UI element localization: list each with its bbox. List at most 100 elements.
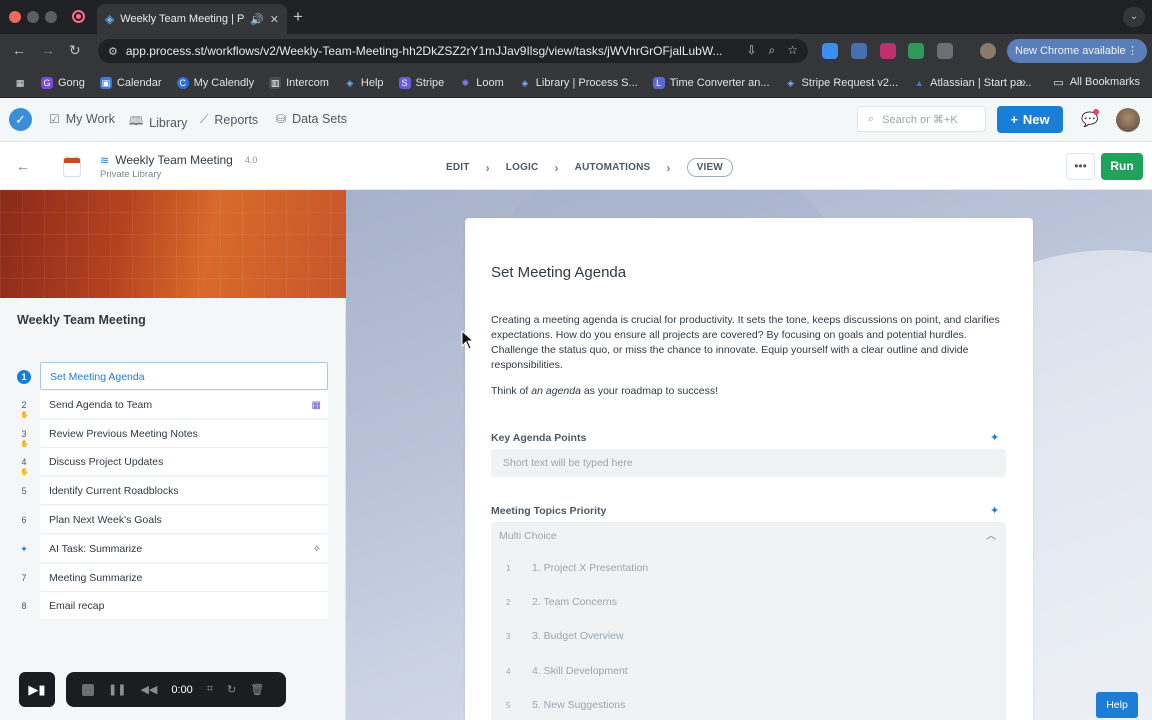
task-label[interactable]: Send Agenda to Team ▦ [40, 390, 328, 419]
list-item[interactable]: 2 2. Team Concerns [491, 585, 1006, 619]
kebab-menu-icon[interactable]: ⋮ [1127, 44, 1138, 57]
bookmark-item[interactable]: ◈ Library | Process S... [519, 77, 637, 89]
step-edit[interactable]: EDIT [446, 162, 470, 173]
task-item[interactable]: 8 Email recap [0, 592, 346, 621]
grid-icon[interactable]: ⌗ [207, 683, 213, 696]
maximize-window-button[interactable] [45, 11, 57, 23]
apps-grid-icon[interactable]: ▦ [14, 77, 26, 89]
multi-choice-toggle[interactable]: Multi Choice ︿ [491, 522, 1006, 551]
step-automations[interactable]: AUTOMATIONS [575, 162, 651, 173]
puzzle-icon[interactable] [937, 43, 953, 59]
bookmark-star-icon[interactable]: ☆ [787, 43, 798, 58]
new-button[interactable]: + New [997, 106, 1063, 133]
close-tab-icon[interactable]: ✕ [270, 13, 279, 26]
install-app-icon[interactable]: ⇩ [746, 43, 756, 58]
task-card: Set Meeting Agenda Creating a meeting ag… [465, 218, 1033, 720]
task-item[interactable]: 3 ✋ Review Previous Meeting Notes [0, 419, 346, 449]
list-item[interactable]: 4 4. Skill Development [491, 654, 1006, 688]
bookmark-item[interactable]: ◈ Help [344, 77, 383, 89]
nav-library[interactable]: 🕮 Library [129, 112, 187, 133]
task-label[interactable]: AI Task: Summarize ✧ [40, 534, 328, 563]
restart-icon[interactable]: ↻ [227, 683, 236, 696]
task-item[interactable]: 4 ✋ Discuss Project Updates [0, 448, 346, 477]
new-chrome-available-button[interactable]: New Chrome available ⋮ [1007, 39, 1147, 63]
back-arrow-icon[interactable]: ← [16, 158, 30, 174]
bookmark-item[interactable]: ▣ Calendar [99, 76, 162, 89]
bookmark-item[interactable]: ▲ Atlassian | Start pa... [913, 77, 1032, 89]
task-list: 1 Set Meeting Agenda 2 ✋ Send Agenda to … [0, 362, 346, 621]
address-bar[interactable]: ⚙ app.process.st/workflows/v2/Weekly-Tea… [98, 39, 808, 63]
new-tab-button[interactable]: + [293, 7, 303, 27]
field-label-topics-priority: Meeting Topics Priority [491, 505, 607, 517]
task-label[interactable]: Email recap [40, 592, 328, 621]
help-button[interactable]: Help [1096, 692, 1138, 718]
search-input[interactable]: ⌕ Search or ⌘+K [857, 106, 986, 132]
nav-data-sets[interactable]: ⛁ Data Sets [276, 112, 347, 126]
rewind-icon[interactable]: ◀◀ [140, 683, 157, 696]
task-label[interactable]: Plan Next Week's Goals [40, 505, 328, 534]
zoom-icon[interactable]: ⌕ [769, 43, 776, 58]
run-button[interactable]: Run [1101, 153, 1143, 180]
task-tagline: Think of an agenda as your roadmap to su… [491, 385, 719, 397]
stop-icon[interactable] [82, 683, 94, 696]
extension-icon[interactable] [851, 43, 867, 59]
chevron-up-icon[interactable]: ︿ [986, 522, 996, 551]
back-arrow-icon[interactable]: ← [12, 42, 26, 58]
reload-icon[interactable]: ↻ [69, 42, 81, 59]
ai-sparkle-icon[interactable]: ✦ [990, 504, 999, 517]
workflow-folder[interactable]: Private Library [100, 169, 161, 180]
task-number: 8 [21, 601, 27, 612]
ai-sparkle-icon[interactable]: ✦ [990, 431, 999, 444]
profile-avatar[interactable] [980, 43, 996, 59]
camera-icon[interactable]: ▶▮ [19, 672, 55, 707]
task-label[interactable]: Meeting Summarize [40, 563, 328, 592]
extension-icon[interactable] [880, 43, 896, 59]
task-item[interactable]: 7 Meeting Summarize [0, 563, 346, 593]
minimize-window-button[interactable] [27, 11, 39, 23]
calendar-icon: ▦ [311, 399, 321, 411]
task-label[interactable]: Discuss Project Updates [40, 448, 328, 477]
extension-icon[interactable] [822, 43, 838, 59]
recording-time: 0:00 [171, 683, 193, 696]
list-item[interactable]: 3 3. Budget Overview [491, 619, 1006, 653]
forward-arrow-icon[interactable]: → [41, 42, 55, 58]
nav-reports[interactable]: ⟋ Reports [200, 112, 258, 127]
bookmark-item[interactable]: L Time Converter an... [652, 76, 770, 89]
bookmark-item[interactable]: ▥ Intercom [269, 76, 329, 89]
step-logic[interactable]: LOGIC [506, 162, 539, 173]
key-agenda-points-input[interactable]: Short text will be typed here [491, 449, 1006, 477]
task-item[interactable]: 6 Plan Next Week's Goals [0, 505, 346, 535]
bookmark-item[interactable]: ◈ Stripe Request v2... [785, 77, 898, 89]
task-item[interactable]: ✦ AI Task: Summarize ✧ [0, 534, 346, 564]
pause-icon[interactable]: ❚❚ [108, 683, 126, 696]
nav-my-work[interactable]: ☑ My Work [49, 112, 115, 126]
bookmark-item[interactable]: G Gong [41, 76, 85, 89]
book-icon: 🕮 [129, 114, 144, 128]
close-window-button[interactable] [9, 11, 21, 23]
process-street-logo[interactable]: ✓ [9, 108, 32, 131]
trash-icon[interactable]: 🗑 [250, 683, 264, 696]
task-label[interactable]: Set Meeting Agenda [40, 362, 328, 390]
speaker-icon[interactable]: 🔊 [250, 13, 264, 26]
task-item[interactable]: 2 ✋ Send Agenda to Team ▦ [0, 390, 346, 420]
user-avatar[interactable] [1116, 108, 1140, 132]
task-label[interactable]: Identify Current Roadblocks [40, 477, 328, 506]
task-item[interactable]: 1 Set Meeting Agenda [0, 362, 346, 391]
bookmark-item[interactable]: S Stripe [398, 76, 444, 89]
bookmark-item[interactable]: C My Calendly [176, 76, 254, 89]
task-item[interactable]: 5 Identify Current Roadblocks [0, 477, 346, 506]
recording-toolbar: ❚❚ ◀◀ 0:00 ⌗ ↻ 🗑 [66, 672, 286, 707]
task-label[interactable]: Review Previous Meeting Notes [40, 419, 328, 448]
step-view[interactable]: VIEW [686, 158, 733, 177]
list-item[interactable]: 1 1. Project X Presentation [491, 551, 1006, 585]
more-options-button[interactable]: ••• [1066, 153, 1095, 180]
tab-search-button[interactable]: ⌄ [1123, 7, 1145, 27]
workflow-title[interactable]: ≋ Weekly Team Meeting 4.0 [100, 153, 257, 167]
more-bookmarks-icon[interactable]: » [1019, 74, 1026, 89]
list-item[interactable]: 5 5. New Suggestions [491, 688, 1006, 720]
all-bookmarks-button[interactable]: ▭ All Bookmarks [1053, 76, 1140, 89]
bookmark-item[interactable]: ✺ Loom [459, 77, 503, 89]
site-info-icon[interactable]: ⚙ [108, 45, 118, 58]
extension-icon[interactable] [908, 43, 924, 59]
browser-tab[interactable]: ◈ Weekly Team Meeting | Pr 🔊 ✕ [97, 4, 287, 34]
